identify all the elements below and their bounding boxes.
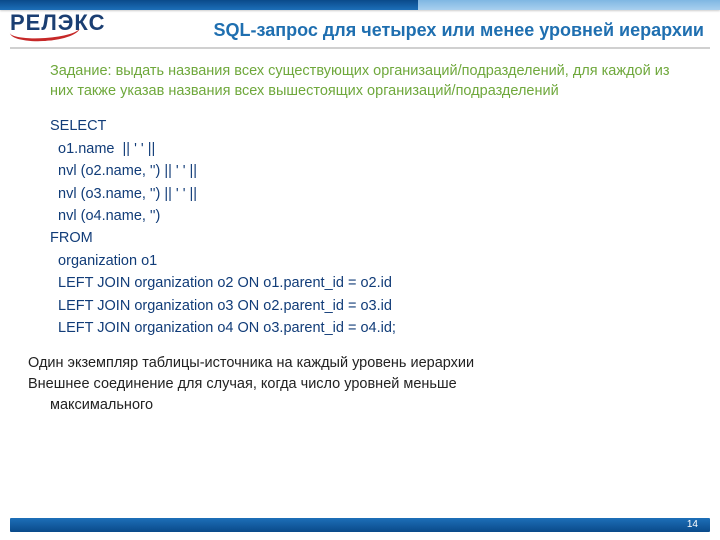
slide-title: SQL-запрос для четырех или менее уровней… bbox=[170, 20, 704, 41]
brand-logo: РЕЛЭКС bbox=[10, 12, 105, 44]
note-line-2b: максимального bbox=[28, 396, 690, 415]
note-line-1: Один экземпляр таблицы-источника на кажд… bbox=[28, 354, 690, 373]
explanation-notes: Один экземпляр таблицы-источника на кажд… bbox=[28, 354, 690, 415]
page-number: 14 bbox=[687, 518, 698, 532]
footer-bar bbox=[10, 518, 710, 532]
task-description: Задание: выдать названия всех существующ… bbox=[50, 62, 690, 101]
slide-body: Задание: выдать названия всех существующ… bbox=[50, 62, 690, 500]
header-band bbox=[0, 0, 720, 10]
sql-code-block: SELECT o1.name || ' ' || nvl (o2.name, '… bbox=[50, 115, 690, 340]
title-divider bbox=[10, 47, 710, 49]
note-line-2a: Внешнее соединение для случая, когда чис… bbox=[28, 375, 690, 394]
